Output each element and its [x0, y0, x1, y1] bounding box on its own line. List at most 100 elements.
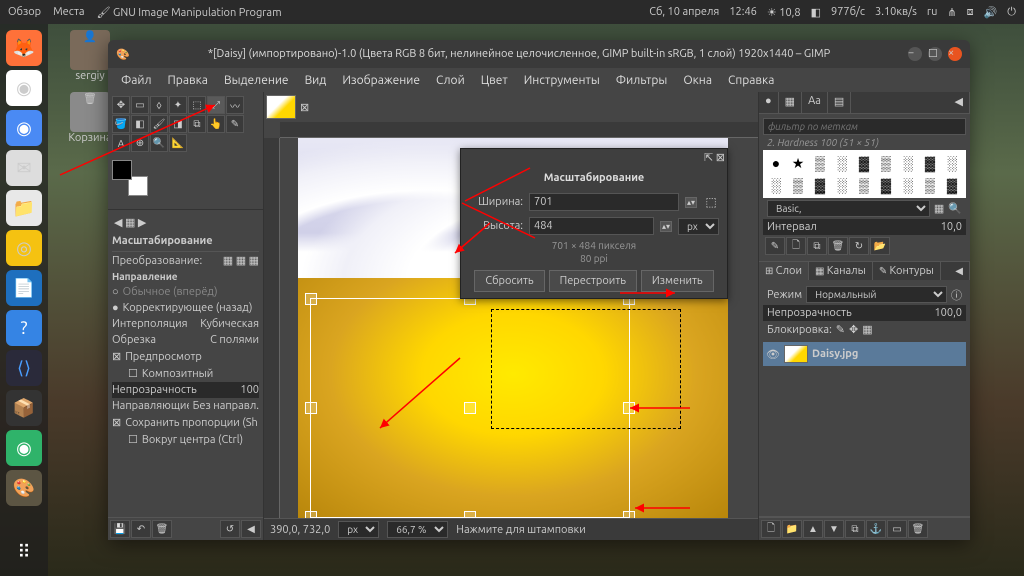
- chromium-icon[interactable]: ◉: [6, 110, 42, 146]
- width-input[interactable]: [529, 193, 679, 211]
- bucket-tool[interactable]: 🪣: [112, 115, 130, 133]
- guides-value[interactable]: Без направл.: [193, 400, 259, 412]
- readjust-button[interactable]: Перестроить: [549, 270, 637, 292]
- keep-close-icon[interactable]: ⊠: [112, 416, 121, 429]
- menu-layer[interactable]: Слой: [429, 71, 472, 90]
- patterns-tab[interactable]: ▦: [779, 92, 802, 113]
- network-icon[interactable]: ⋔: [947, 6, 956, 19]
- brush-dup-icon[interactable]: ⧉: [807, 237, 827, 255]
- menu-select[interactable]: Выделение: [217, 71, 296, 90]
- clip-value[interactable]: С полями: [210, 334, 259, 346]
- dir-normal[interactable]: Обычное (вперёд): [123, 286, 259, 298]
- layer-group-icon[interactable]: 📁: [782, 520, 802, 538]
- fuzzy-select-tool[interactable]: ✦: [169, 96, 187, 114]
- chrome-icon[interactable]: ◉: [6, 70, 42, 106]
- layer-mask-icon[interactable]: ▭: [887, 520, 907, 538]
- interval-value[interactable]: 10,0: [941, 221, 962, 233]
- ruler-horizontal[interactable]: [280, 122, 758, 138]
- eraser-tool[interactable]: ◨: [169, 115, 187, 133]
- mode-select[interactable]: Нормальный: [806, 286, 947, 303]
- handle-br[interactable]: [623, 511, 635, 518]
- virtualbox-icon[interactable]: 📦: [6, 390, 42, 426]
- reset-button[interactable]: Сбросить: [474, 270, 544, 292]
- brush-new-icon[interactable]: 🗋: [786, 237, 806, 255]
- minimize-button[interactable]: −: [908, 47, 922, 61]
- preview-close-icon[interactable]: ⊠: [112, 350, 121, 363]
- eye-icon[interactable]: 👁: [766, 348, 780, 361]
- handle-c[interactable]: [464, 402, 476, 414]
- path-tool[interactable]: ✎: [226, 115, 244, 133]
- menu-view[interactable]: Вид: [298, 71, 334, 90]
- channels-tab[interactable]: ▦ Каналы: [809, 262, 873, 280]
- keep-aspect-check[interactable]: Сохранить пропорции (Sh: [125, 417, 259, 429]
- warp-tool[interactable]: 〰: [226, 96, 244, 114]
- menu-help[interactable]: Справка: [721, 71, 781, 90]
- dlg-detach-icon[interactable]: ⇱: [704, 151, 713, 164]
- picker-tool[interactable]: ⊕: [131, 134, 149, 152]
- opts-save-icon[interactable]: 💾: [110, 520, 130, 538]
- opts-reset-icon[interactable]: ↺: [220, 520, 240, 538]
- weather[interactable]: ☀ 10,8: [767, 6, 801, 19]
- bluetooth-icon[interactable]: ⧈: [967, 6, 974, 19]
- layer-delete-icon[interactable]: 🗑: [908, 520, 928, 538]
- transform-tool[interactable]: ⤢: [207, 96, 225, 114]
- clone-tool[interactable]: ⧉: [188, 115, 206, 133]
- layers-tab[interactable]: ⊞ Слои: [759, 262, 809, 280]
- smudge-tool[interactable]: 👆: [207, 115, 225, 133]
- chain-icon[interactable]: ⬚: [703, 195, 719, 209]
- zoom-tool[interactable]: 🔍: [150, 134, 168, 152]
- layer-down-icon[interactable]: ▼: [824, 520, 844, 538]
- show-apps-icon[interactable]: ⠿: [6, 534, 42, 570]
- interp-value[interactable]: Кубическая: [200, 318, 259, 330]
- handle-l[interactable]: [305, 402, 317, 414]
- geary-icon[interactable]: ✉: [6, 150, 42, 186]
- layer-new-icon[interactable]: 🗋: [761, 520, 781, 538]
- tab-close-icon[interactable]: ⊠: [300, 101, 309, 114]
- maximize-button[interactable]: ☐: [928, 47, 942, 61]
- lang-indicator[interactable]: ru: [927, 6, 937, 18]
- measure-tool[interactable]: 📐: [169, 134, 187, 152]
- layers-menu-icon[interactable]: ◀: [949, 262, 970, 280]
- layer-item[interactable]: 👁 Daisy.jpg: [763, 342, 966, 366]
- around-center-check[interactable]: Вокруг центра (Ctrl): [142, 434, 259, 446]
- brush-tool[interactable]: 🖌: [150, 115, 168, 133]
- menu-filters[interactable]: Фильтры: [609, 71, 675, 90]
- menu-color[interactable]: Цвет: [474, 71, 515, 90]
- close-button[interactable]: ×: [948, 47, 962, 61]
- menu-windows[interactable]: Окна: [676, 71, 719, 90]
- overview-button[interactable]: Обзор: [8, 6, 41, 18]
- brush-del-icon[interactable]: 🗑: [828, 237, 848, 255]
- volume-icon[interactable]: 🔊: [984, 6, 998, 19]
- menu-file[interactable]: Файл: [114, 71, 159, 90]
- brush-preset-select[interactable]: Basic,: [767, 200, 930, 217]
- cube-icon[interactable]: ◧: [811, 6, 821, 19]
- app-menu[interactable]: 🖌 GNU Image Manipulation Program: [97, 6, 282, 19]
- zoom-dropdown[interactable]: 66,7 %: [387, 521, 448, 538]
- fonts-tab[interactable]: Aa: [802, 92, 828, 113]
- apps-icon[interactable]: ◉: [6, 430, 42, 466]
- layer-name[interactable]: Daisy.jpg: [812, 348, 858, 360]
- help-icon[interactable]: ?: [6, 310, 42, 346]
- height-spinner[interactable]: ▴▾: [660, 221, 672, 232]
- color-swatches[interactable]: [112, 160, 148, 196]
- opts-menu-icon[interactable]: ◀: [241, 520, 261, 538]
- menu-edit[interactable]: Правка: [161, 71, 215, 90]
- dock-menu-icon[interactable]: ◀: [949, 92, 970, 113]
- handle-tl[interactable]: [305, 293, 317, 305]
- brush-edit-icon[interactable]: ✎: [765, 237, 785, 255]
- composite-check[interactable]: Композитный: [142, 368, 259, 380]
- files-icon[interactable]: 📁: [6, 190, 42, 226]
- layer-opacity-value[interactable]: 100,0: [934, 307, 962, 319]
- change-button[interactable]: Изменить: [641, 270, 714, 292]
- lock-pixel-icon[interactable]: ✎: [836, 323, 845, 336]
- rhythmbox-icon[interactable]: ◎: [6, 230, 42, 266]
- image-tab-thumb[interactable]: [266, 95, 296, 119]
- menu-tools[interactable]: Инструменты: [517, 71, 607, 90]
- dir-corrective[interactable]: Корректирующее (назад): [123, 302, 259, 314]
- filter-input[interactable]: [763, 118, 966, 135]
- brush-refresh-icon[interactable]: ↻: [849, 237, 869, 255]
- gradient-tool[interactable]: ◧: [131, 115, 149, 133]
- opts-delete-icon[interactable]: 🗑: [152, 520, 172, 538]
- canvas[interactable]: ⇱ ⊠ Масштабирование Ширина: ▴▾ ⬚ Высота:…: [280, 138, 758, 518]
- handle-bl[interactable]: [305, 511, 317, 518]
